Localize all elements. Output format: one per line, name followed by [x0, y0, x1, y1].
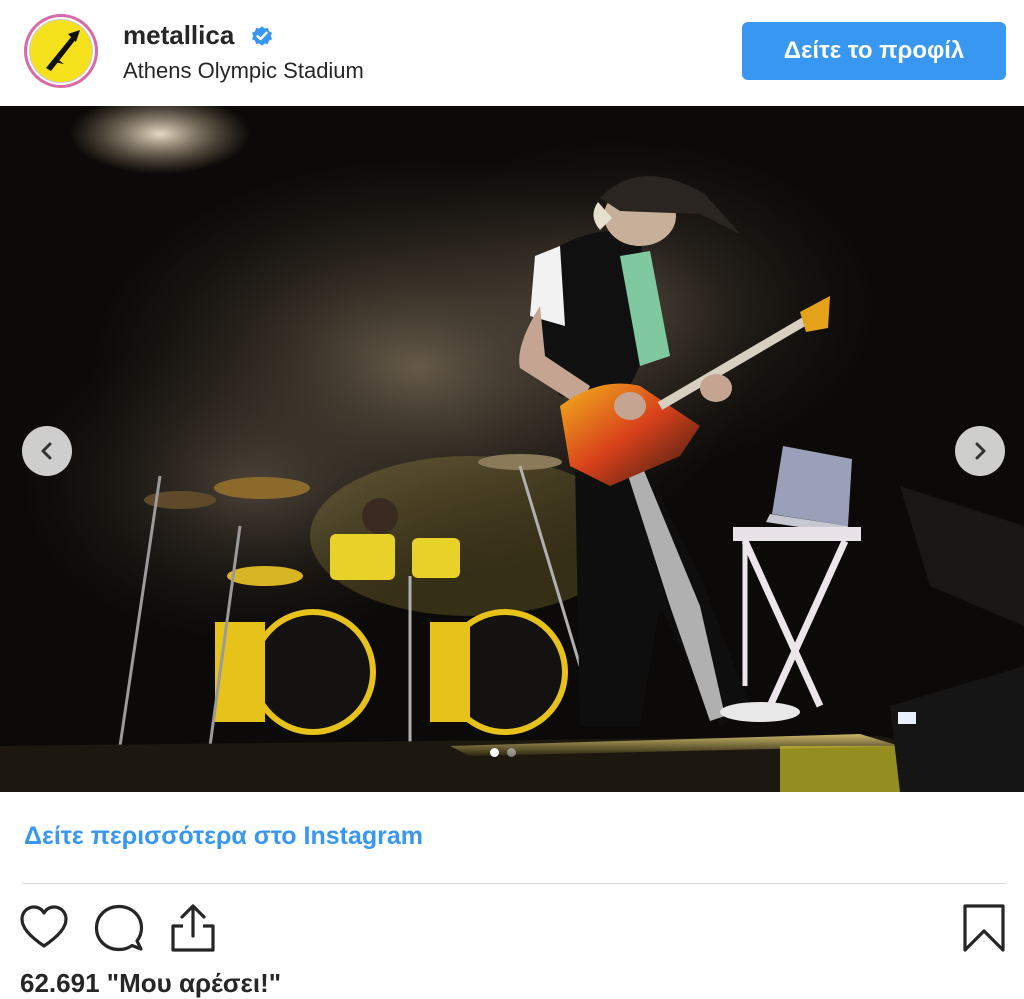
username[interactable]: metallica: [123, 20, 234, 51]
location-link[interactable]: Athens Olympic Stadium: [123, 58, 364, 84]
chevron-right-icon: [975, 442, 986, 460]
share-icon[interactable]: [167, 902, 219, 954]
verified-badge-icon: [252, 26, 272, 46]
bookmark-icon[interactable]: [958, 902, 1010, 954]
carousel-next-button[interactable]: [955, 426, 1005, 476]
carousel-dot: [507, 748, 516, 757]
concert-photo: [0, 106, 1024, 792]
like-count[interactable]: 62.691 "Μου αρέσει!": [20, 968, 281, 999]
post-header: metallica Athens Olympic Stadium Δείτε τ…: [0, 0, 1024, 106]
divider: [22, 883, 1006, 884]
metallica-logo-icon: [46, 30, 80, 71]
chevron-left-icon: [41, 442, 52, 460]
profile-avatar[interactable]: [24, 14, 98, 88]
view-more-on-instagram-link[interactable]: Δείτε περισσότερα στο Instagram: [24, 822, 423, 851]
carousel-dot: [490, 748, 499, 757]
carousel-indicator: [490, 748, 516, 757]
post-photo[interactable]: [0, 106, 1024, 792]
carousel-prev-button[interactable]: [22, 426, 72, 476]
comment-icon[interactable]: [93, 902, 145, 954]
view-profile-button[interactable]: Δείτε το προφίλ: [742, 22, 1006, 80]
heart-icon[interactable]: [18, 902, 70, 954]
